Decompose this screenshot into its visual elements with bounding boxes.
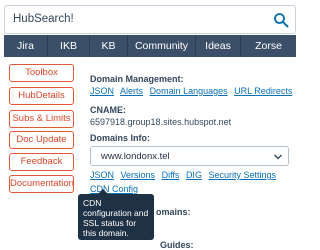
cdn-config-tooltip: CDN configuration and SSL status for thi…	[78, 194, 154, 240]
domain-select-value: www.londonx.tel	[101, 151, 170, 162]
domains-info-label: Domains Info:	[90, 133, 150, 143]
search-input-value: HubSearch!	[13, 13, 74, 25]
alerts-link[interactable]: Alerts	[120, 86, 143, 96]
documentation-button[interactable]: Documentation	[9, 175, 74, 193]
tab-ideas[interactable]: Ideas	[196, 35, 241, 57]
tab-zorse[interactable]: Zorse	[241, 35, 296, 57]
domain-management-links: JSON Alerts Domain Languages URL Redirec…	[90, 86, 296, 96]
chevron-down-icon	[274, 154, 282, 160]
tab-community[interactable]: Community	[128, 35, 196, 57]
guides-section-label: Guides:	[160, 240, 194, 250]
versions-link[interactable]: Versions	[121, 170, 156, 180]
feedback-button[interactable]: Feedback	[9, 153, 74, 171]
domain-languages-link[interactable]: Domain Languages	[150, 86, 228, 96]
diffs-link[interactable]: Diffs	[162, 170, 180, 180]
domains-json-link[interactable]: JSON	[90, 170, 114, 180]
security-settings-link[interactable]: Security Settings	[208, 170, 276, 180]
nav-tab-bar: Jira IKB KB Community Ideas Zorse	[4, 35, 296, 57]
domains-info-links: JSON Versions Diffs DIG Security Setting…	[90, 170, 280, 180]
domain-management-label: Domain Management:	[90, 74, 184, 84]
tab-jira[interactable]: Jira	[4, 35, 48, 57]
toolbox-button[interactable]: Toolbox	[9, 64, 74, 82]
url-redirects-link[interactable]: URL Redirects	[234, 86, 292, 96]
hubsearch-panel: HubSearch! Jira IKB KB Community Ideas Z…	[0, 0, 299, 250]
tab-ikb[interactable]: IKB	[48, 35, 90, 57]
search-icon[interactable]	[273, 12, 289, 28]
cname-value: 6597918.group18.sites.hubspot.net	[90, 117, 232, 127]
domain-json-link[interactable]: JSON	[90, 86, 114, 96]
subs-limits-button[interactable]: Subs & Limits	[9, 110, 74, 128]
domain-select[interactable]: www.londonx.tel	[90, 146, 289, 166]
cname-label: CNAME:	[90, 105, 126, 115]
hubdetails-button[interactable]: HubDetails	[9, 87, 74, 105]
tab-kb[interactable]: KB	[90, 35, 128, 57]
dig-link[interactable]: DIG	[186, 170, 202, 180]
doc-update-button[interactable]: Doc Update	[9, 131, 74, 149]
config-link-text: Config	[112, 184, 139, 194]
domains-section-label: omains:	[156, 207, 191, 217]
search-input[interactable]: HubSearch!	[4, 5, 296, 34]
